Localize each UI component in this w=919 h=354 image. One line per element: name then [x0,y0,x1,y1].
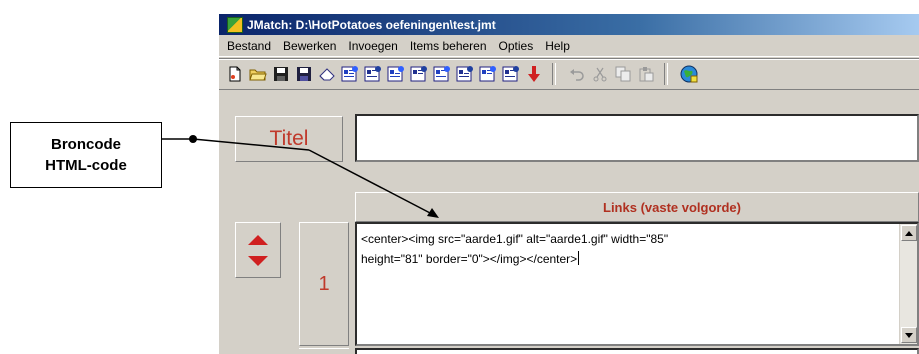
left-item-editor[interactable]: <center><img src="aarde1.gif" alt="aarde… [355,222,919,346]
callout-line-2: HTML-code [45,157,127,174]
next-row-editor[interactable] [355,348,919,354]
menu-bewerken[interactable]: Bewerken [277,39,342,53]
export-web-page-7-icon[interactable] [478,64,498,84]
menu-opties[interactable]: Opties [493,39,540,53]
save-as-icon[interactable] [294,64,314,84]
editor-text[interactable]: <center><img src="aarde1.gif" alt="aarde… [361,229,881,269]
paste-icon[interactable] [636,64,656,84]
jmatch-app-icon [227,16,243,33]
move-buttons [235,222,281,278]
menu-help[interactable]: Help [539,39,576,53]
row-number-cell: 1 [299,222,349,346]
callout-dot [189,135,197,143]
toolbar-separator [552,63,556,85]
editor-source-code: <center><img src="aarde1.gif" alt="aarde… [361,232,669,266]
export-web-page-5-icon[interactable] [432,64,452,84]
export-web-page-3-icon[interactable] [386,64,406,84]
text-caret [578,251,580,265]
export-web-page-4-icon[interactable] [409,64,429,84]
callout-line-1: Broncode [50,136,121,153]
cut-icon[interactable] [590,64,610,84]
move-down-icon[interactable] [247,255,269,267]
scroll-down-button[interactable] [901,327,917,343]
open-folder-icon[interactable] [248,64,268,84]
toolbar-separator-2 [664,63,668,85]
title-bar[interactable]: JMatch: D:\HotPotatoes oefeningen\test.j… [219,14,919,35]
title-input[interactable] [355,114,919,162]
export-web-page-8-icon[interactable] [501,64,521,84]
move-up-icon[interactable] [247,234,269,246]
next-row-number-cell [299,348,349,354]
links-column-header: Links (vaste volgorde) [355,192,919,222]
export-web-page-6-icon[interactable] [455,64,475,84]
window-title: JMatch: D:\HotPotatoes oefeningen\test.j… [247,17,496,32]
menu-items-beheren[interactable]: Items beheren [404,39,493,53]
export-web-page-1-icon[interactable] [340,64,360,84]
down-arrow-icon[interactable] [524,64,544,84]
vertical-scrollbar[interactable] [899,224,917,344]
help-globe-icon[interactable] [679,64,699,84]
copy-icon[interactable] [613,64,633,84]
save-icon[interactable] [271,64,291,84]
title-label-button[interactable]: Titel [235,116,343,162]
jmatch-window: JMatch: D:\HotPotatoes oefeningen\test.j… [219,14,919,354]
menu-bar: Bestand Bewerken Invoegen Items beheren … [219,36,919,57]
callout-box: Broncode HTML-code [10,122,162,188]
menu-bestand[interactable]: Bestand [219,39,277,53]
eraser-icon[interactable] [317,64,337,84]
title-label: Titel [269,127,309,150]
row-number: 1 [318,272,330,295]
menu-invoegen[interactable]: Invoegen [342,39,403,53]
export-web-page-2-icon[interactable] [363,64,383,84]
links-header-label: Links (vaste volgorde) [603,199,741,215]
scroll-down-icon [905,332,913,338]
toolbar [219,58,919,90]
scroll-up-button[interactable] [901,225,917,241]
new-file-icon[interactable] [225,64,245,84]
scroll-up-icon [905,230,913,236]
undo-icon[interactable] [567,64,587,84]
